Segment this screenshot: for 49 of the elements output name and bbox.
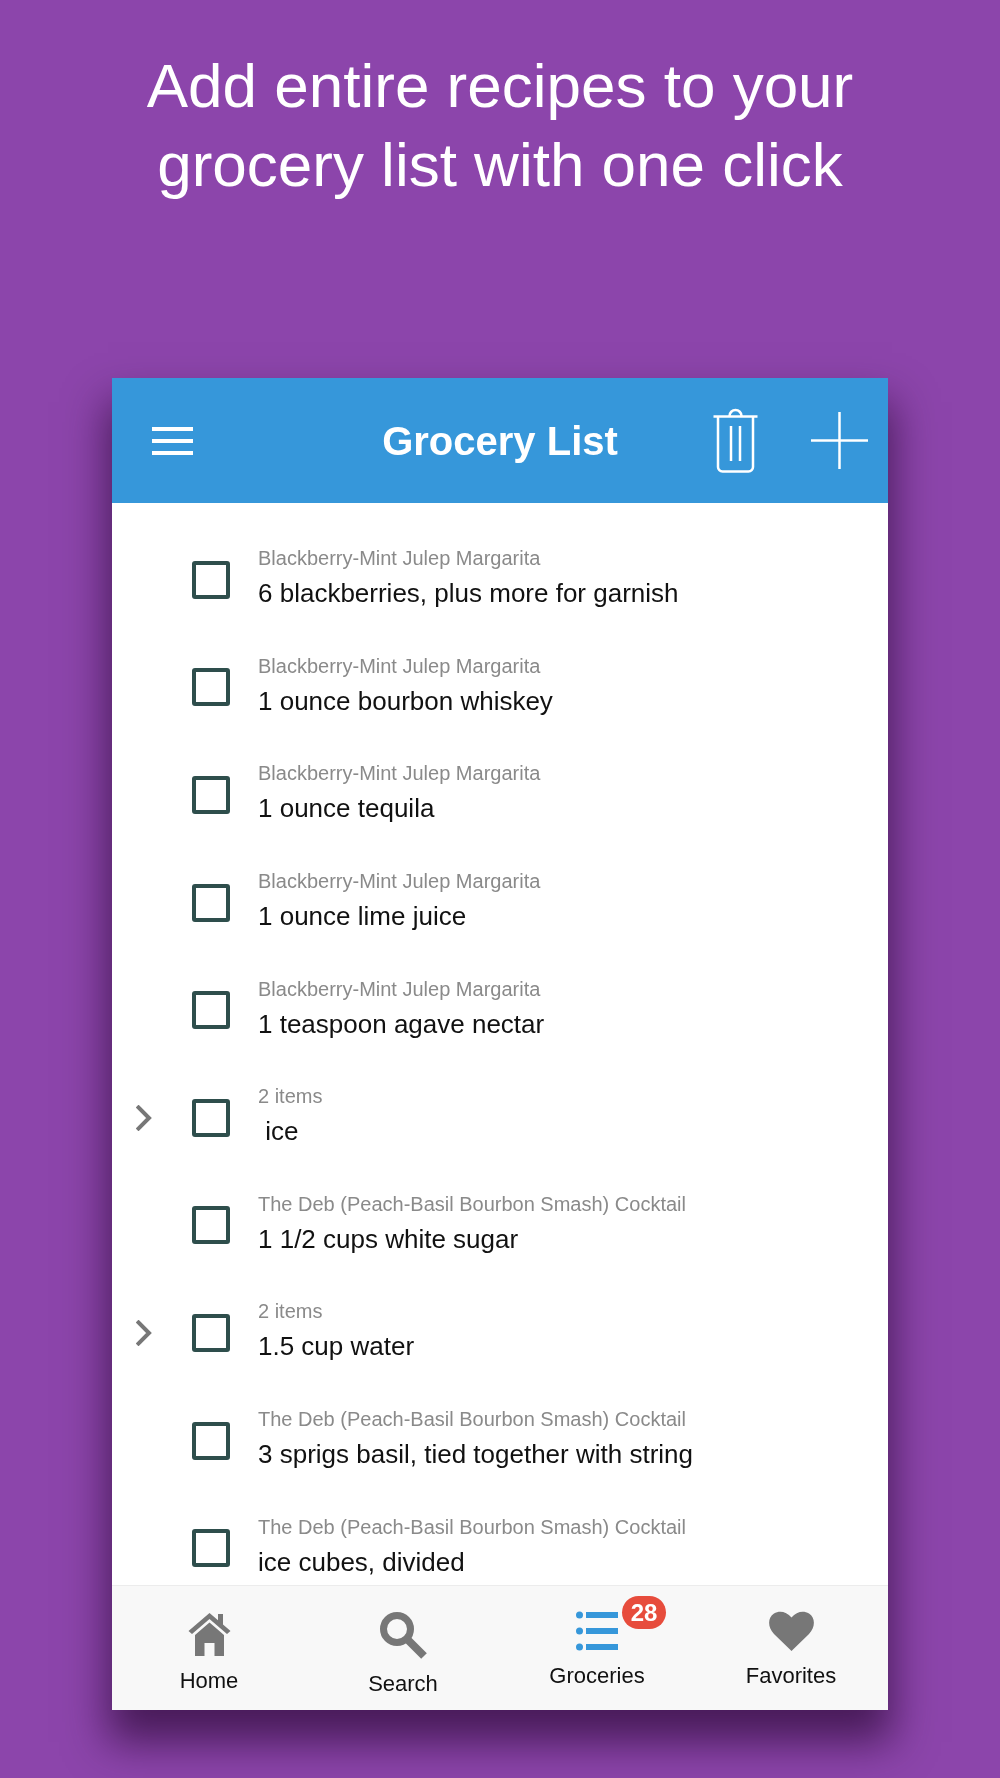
checkbox[interactable] (192, 1098, 230, 1137)
checkbox[interactable] (192, 1206, 230, 1245)
checkbox[interactable] (192, 560, 230, 599)
count-badge: 28 (622, 1596, 666, 1629)
plus-icon (811, 412, 868, 469)
recipe-name: The Deb (Peach-Basil Bourbon Smash) Cocktail (258, 1514, 686, 1540)
recipe-name: Blackberry-Mint Julep Margarita (258, 869, 541, 895)
recipe-name: Blackberry-Mint Julep Margarita (258, 546, 542, 572)
recipe-name: Blackberry-Mint Julep Margarita (258, 653, 542, 679)
favorites-tab[interactable]: Favorites (694, 1586, 888, 1710)
ingredient-name: 1.5 cup water (258, 1330, 415, 1364)
search-icon (379, 1611, 427, 1659)
item-count: 2 items (258, 1299, 324, 1325)
recipe-name: The Deb (Peach-Basil Bourbon Smash) Cocktail (258, 1191, 686, 1217)
ingredient-name: ice (264, 1115, 300, 1149)
ingredient-name: 6 blackberries, plus more for garnish (258, 577, 679, 611)
add-button[interactable] (811, 412, 868, 469)
heart-icon (768, 1611, 814, 1651)
menu-button[interactable] (152, 426, 193, 455)
list-icon (576, 1611, 618, 1651)
ingredient-name: 1 ounce lime juice (258, 900, 468, 934)
home-icon (187, 1611, 231, 1656)
screen-title: Grocery List (382, 417, 618, 465)
recipe-name: Blackberry-Mint Julep Margarita (258, 976, 542, 1002)
ingredient-name: 3 sprigs basil, tied together with string (258, 1438, 693, 1472)
menu-icon (152, 426, 193, 455)
recipe-name: The Deb (Peach-Basil Bourbon Smash) Cocktail (258, 1407, 687, 1433)
home-tab[interactable]: Home (112, 1586, 306, 1710)
ingredient-name: 1 ounce tequila (258, 792, 436, 826)
ingredient-name: 1 ounce bourbon whiskey (258, 684, 553, 718)
checkbox[interactable] (192, 1313, 230, 1352)
item-count: 2 items (258, 1084, 323, 1110)
chevron-icon[interactable] (136, 1319, 152, 1346)
checkbox[interactable] (192, 1529, 230, 1568)
search-tab[interactable]: Search (306, 1586, 500, 1710)
headline: Add entire recipes to your grocery list with one click (145, 50, 855, 201)
checkbox[interactable] (192, 776, 230, 814)
delete-button[interactable] (712, 408, 759, 473)
ingredient-name: ice cubes, divided (258, 1545, 466, 1579)
checkbox[interactable] (192, 883, 230, 922)
recipe-name: Blackberry-Mint Julep Margarita (258, 761, 541, 787)
checkbox[interactable] (192, 991, 230, 1030)
groceries-tab[interactable]: 28 Groceries (500, 1586, 694, 1710)
ingredient-name: 1 1/2 cups white sugar (258, 1222, 520, 1256)
checkbox[interactable] (192, 1421, 230, 1460)
trash-icon (712, 408, 759, 473)
ingredient-name: 1 teaspoon agave nectar (258, 1007, 545, 1041)
chevron-icon[interactable] (136, 1104, 152, 1131)
checkbox[interactable] (192, 668, 230, 707)
